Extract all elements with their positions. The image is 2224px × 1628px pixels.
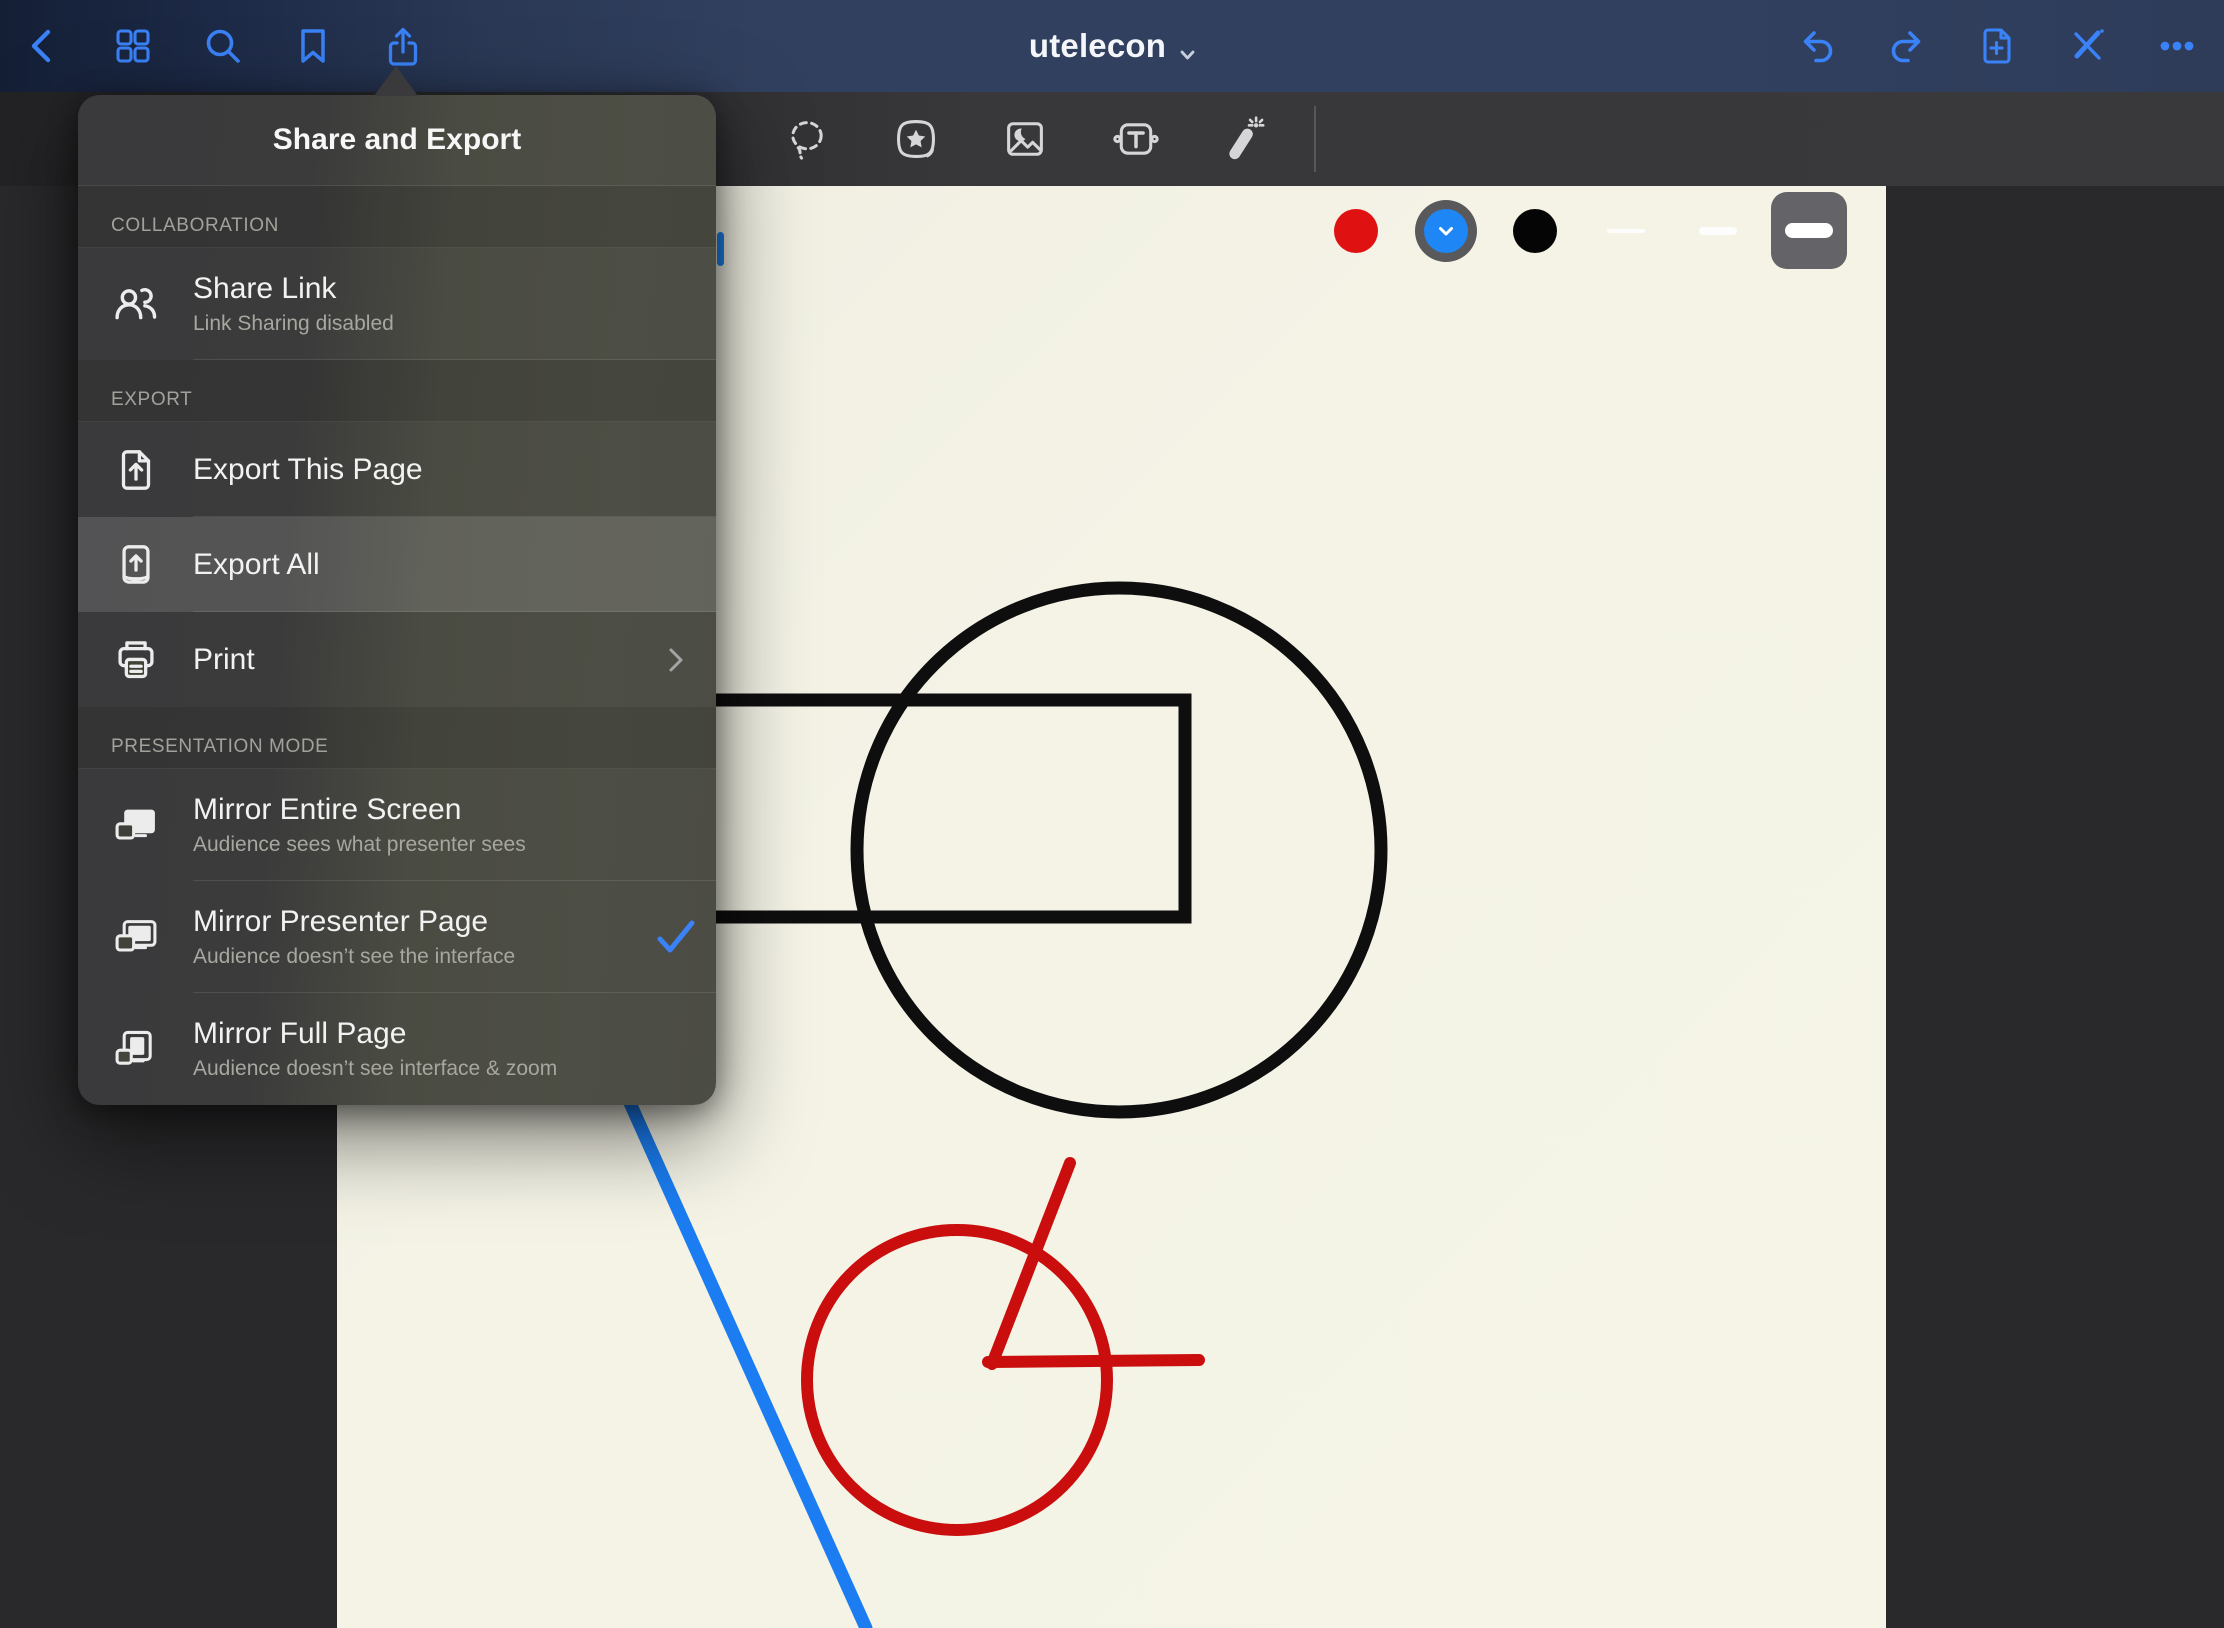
document-title-label: utelecon bbox=[1029, 27, 1166, 65]
menu-item-mirror-presenter-page[interactable]: Mirror Presenter Page Audience doesn’t s… bbox=[78, 881, 716, 993]
text-icon[interactable] bbox=[1106, 92, 1166, 186]
color-swatch-black[interactable] bbox=[1513, 209, 1557, 253]
shapes-sticker-icon[interactable] bbox=[886, 92, 946, 186]
undo-icon[interactable] bbox=[1794, 23, 1840, 69]
menu-item-title: Mirror Full Page bbox=[193, 1017, 636, 1050]
top-navbar: utelecon bbox=[0, 0, 2224, 92]
stroke-width-medium[interactable] bbox=[1699, 227, 1737, 235]
pen-toggle-icon[interactable] bbox=[2064, 23, 2110, 69]
color-swatch-blue-selected[interactable] bbox=[1415, 200, 1477, 262]
lasso-icon[interactable] bbox=[777, 92, 837, 186]
menu-item-title: Export This Page bbox=[193, 453, 636, 486]
share-export-popover: Share and Export COLLABORATION Share Lin… bbox=[78, 95, 716, 1105]
toolbar-divider bbox=[1314, 106, 1316, 172]
stroke-width-thick-bar bbox=[1785, 223, 1833, 238]
menu-item-share-link[interactable]: Share Link Link Sharing disabled bbox=[78, 248, 716, 360]
menu-item-export-all[interactable]: Export All bbox=[78, 517, 716, 612]
section-label-collaboration: COLLABORATION bbox=[78, 186, 716, 248]
chevron-right-icon bbox=[668, 647, 684, 673]
mirror-screen-icon bbox=[78, 799, 193, 851]
menu-item-mirror-full-page[interactable]: Mirror Full Page Audience doesn’t see in… bbox=[78, 993, 716, 1105]
menu-item-subtitle: Audience sees what presenter sees bbox=[193, 833, 636, 856]
popover-arrow bbox=[374, 66, 418, 96]
export-all-icon bbox=[78, 540, 193, 590]
mirror-screen-icon bbox=[78, 911, 193, 963]
menu-item-title: Export All bbox=[193, 548, 636, 581]
menu-item-subtitle: Link Sharing disabled bbox=[193, 312, 636, 335]
add-page-icon[interactable] bbox=[1974, 23, 2020, 69]
menu-item-subtitle: Audience doesn’t see the interface bbox=[193, 945, 636, 968]
menu-item-title: Mirror Presenter Page bbox=[193, 905, 636, 938]
menu-item-print[interactable]: Print bbox=[78, 612, 716, 707]
stroke-width-thick-selected[interactable] bbox=[1771, 192, 1847, 269]
title-chevron-down-icon bbox=[1180, 30, 1195, 68]
swatch-chevron-down-icon bbox=[1438, 226, 1454, 237]
color-swatch-red[interactable] bbox=[1334, 209, 1378, 253]
menu-item-subtitle: Audience doesn’t see interface & zoom bbox=[193, 1057, 636, 1080]
section-label-presentation-mode: PRESENTATION MODE bbox=[78, 707, 716, 769]
image-icon[interactable] bbox=[995, 92, 1055, 186]
mirror-screen-icon bbox=[78, 1023, 193, 1075]
export-page-icon bbox=[78, 445, 193, 495]
selected-tool-indicator bbox=[717, 232, 724, 266]
people-icon bbox=[78, 278, 193, 330]
menu-item-title: Share Link bbox=[193, 272, 636, 305]
menu-item-mirror-entire-screen[interactable]: Mirror Entire Screen Audience sees what … bbox=[78, 769, 716, 881]
printer-icon bbox=[78, 635, 193, 685]
popover-title: Share and Export bbox=[78, 95, 716, 186]
redo-icon[interactable] bbox=[1884, 23, 1930, 69]
checkmark-icon bbox=[654, 919, 698, 955]
section-label-export: EXPORT bbox=[78, 360, 716, 422]
stroke-width-thin[interactable] bbox=[1607, 229, 1645, 233]
more-icon[interactable] bbox=[2154, 23, 2200, 69]
menu-item-export-this-page[interactable]: Export This Page bbox=[78, 422, 716, 517]
menu-item-title: Mirror Entire Screen bbox=[193, 793, 636, 826]
menu-item-title: Print bbox=[193, 643, 636, 676]
laser-pointer-icon[interactable] bbox=[1213, 92, 1273, 186]
